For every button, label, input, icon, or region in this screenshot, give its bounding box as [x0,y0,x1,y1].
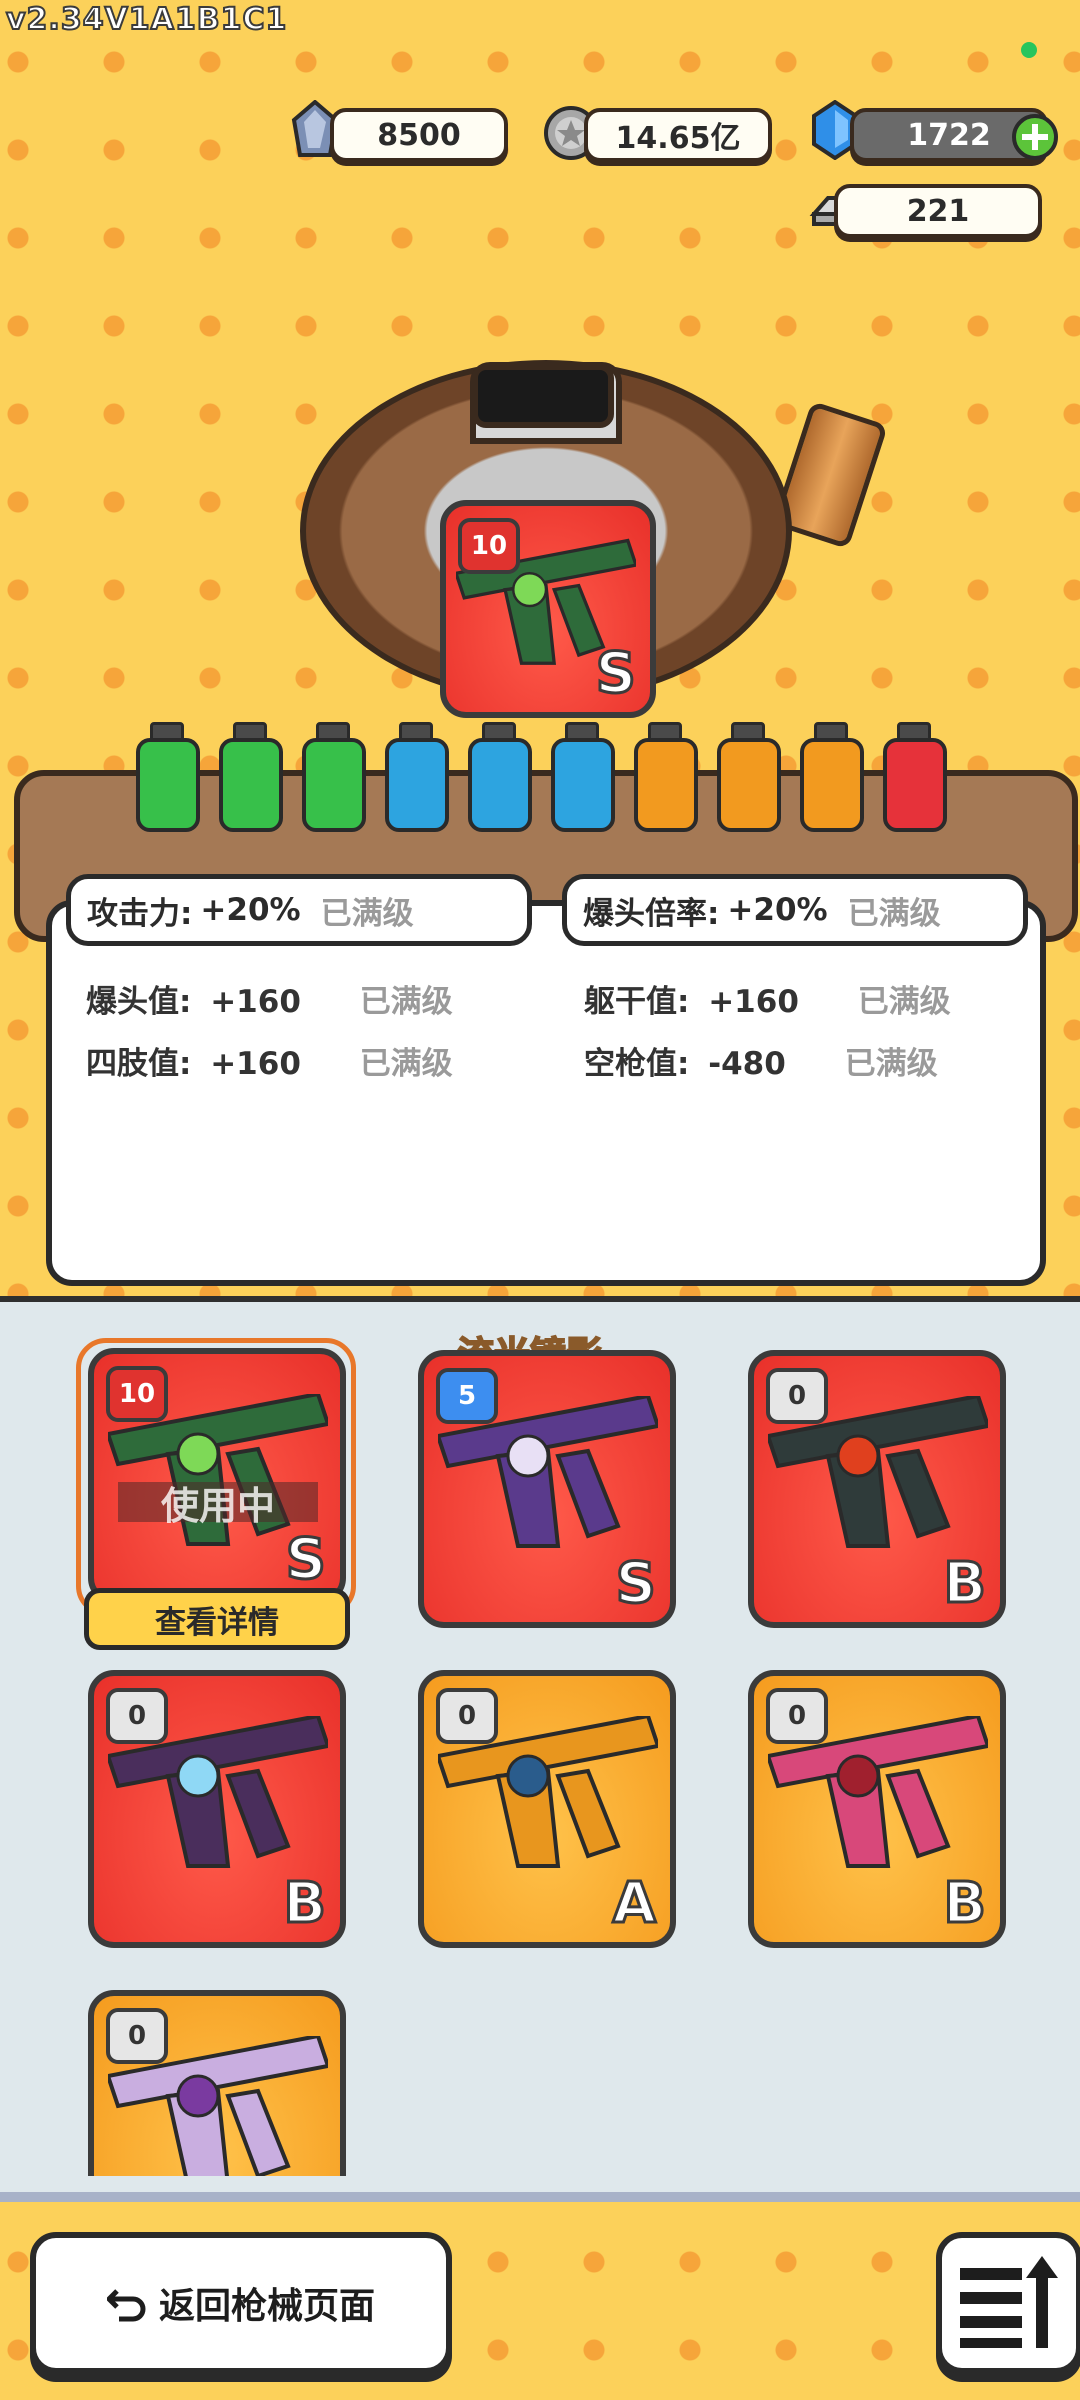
skin-card[interactable]: 0 B [748,1670,1006,1948]
skin-level-badge: 0 [436,1688,498,1744]
equipped-skin-card: 10 S [440,500,656,718]
skin-level-badge: 10 [106,1366,168,1422]
stats-panel [46,900,1046,1286]
skin-grade: S [614,1550,657,1618]
torso-stat: 躯干值: +160 已满级 [584,976,951,1021]
version-label: v2.34V1A1B1C1 [5,1,288,38]
headshot-maxed: 已满级 [359,984,453,1020]
empty-label: 空枪值: [584,1046,690,1082]
headshot-rate-maxed: 已满级 [847,895,941,932]
empty-value: -480 [708,1046,786,1082]
add-gems-icon[interactable] [1010,112,1060,162]
progress-bottle [383,722,449,832]
status-dot [1021,42,1037,58]
skin-card[interactable]: 5 S [418,1350,676,1628]
headshot-rate-value: +20% [727,892,828,928]
view-details-button[interactable]: 查看详情 [84,1588,350,1650]
progress-bottle [217,722,283,832]
progress-bottle [632,722,698,832]
limb-maxed: 已满级 [359,1046,453,1082]
attack-maxed: 已满级 [320,895,414,932]
crystal-amount: 8500 [330,108,508,162]
limb-value: +160 [210,1046,301,1082]
progress-bottle [715,722,781,832]
limb-stat: 四肢值: +160 已满级 [86,1038,453,1083]
back-to-guns-button[interactable]: 返回枪械页面 [30,2232,452,2374]
in-use-label: 使用中 [118,1482,318,1528]
skin-grade: S [284,1526,327,1594]
skin-level-badge: 0 [766,1368,828,1424]
skin-card[interactable]: 0 A [418,1670,676,1948]
machine-slot [472,364,614,428]
card-grade: S [594,640,637,708]
skin-card[interactable]: 0 B [748,1350,1006,1628]
progress-bottle [798,722,864,832]
sort-menu-button[interactable] [936,2232,1080,2374]
attack-label: 攻击力: [87,895,193,932]
skin-level-badge: 0 [106,1688,168,1744]
skin-grade: B [942,1870,988,1938]
headshot-rate-label: 爆头倍率: [583,895,720,932]
skin-level-badge: 5 [436,1368,498,1424]
torso-value: +160 [708,984,799,1020]
skin-grade: A [611,1870,657,1938]
progress-bottle [466,722,532,832]
skin-card[interactable]: 10 使用中 S [88,1348,346,1604]
skin-grade: B [282,1870,328,1938]
silver-amount: 221 [834,184,1042,238]
coin-amount: 14.65亿 [584,108,772,162]
sort-list-icon [960,2256,1058,2348]
headshot-rate-stat: 爆头倍率: +20% 已满级 [562,874,1028,946]
skin-level-badge: 0 [766,1688,828,1744]
headshot-label: 爆头值: [86,984,192,1020]
skin-card[interactable]: 0 B [88,1670,346,1948]
headshot-value: +160 [210,984,301,1020]
attack-stat: 攻击力: +20% 已满级 [66,874,532,946]
progress-bottle [549,722,615,832]
progress-bottle [134,722,200,832]
empty-stat: 空枪值: -480 已满级 [584,1038,938,1083]
skin-card-clip: 0 [88,1990,346,2176]
skin-grade: B [942,1550,988,1618]
skin-level-badge: 0 [106,2008,168,2064]
torso-label: 躯干值: [584,984,690,1020]
attack-value: +20% [200,892,301,928]
back-arrow-icon [106,2289,146,2322]
progress-bottle [300,722,366,832]
progress-bottle [881,722,947,832]
torso-maxed: 已满级 [857,984,951,1020]
limb-label: 四肢值: [86,1046,192,1082]
empty-maxed: 已满级 [844,1046,938,1082]
headshot-stat: 爆头值: +160 已满级 [86,976,453,1021]
card-level-badge: 10 [458,518,520,574]
skin-card[interactable]: 0 [88,1990,346,2176]
back-button-label: 返回枪械页面 [158,2286,375,2327]
